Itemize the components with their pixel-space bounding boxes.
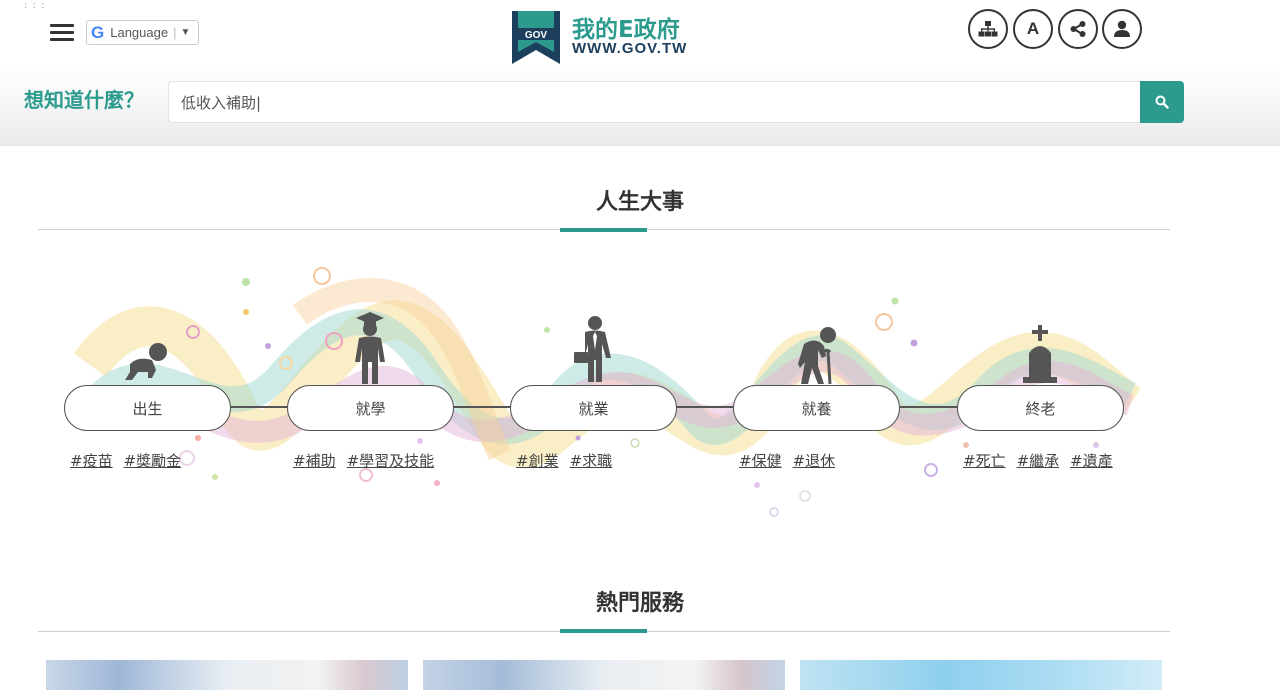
language-select[interactable]: G Language | ▼ <box>86 20 199 45</box>
service-card[interactable] <box>800 660 1162 690</box>
search-icon <box>1155 95 1169 109</box>
language-label: Language <box>110 25 169 40</box>
search-input[interactable] <box>168 81 1140 123</box>
retirement-tags: #保健 #退休 <box>739 450 846 471</box>
tombstone-icon <box>1023 325 1057 383</box>
logo-title: 我的E政府 <box>572 17 680 43</box>
svg-text:GOV: GOV <box>525 30 548 41</box>
elderly-icon <box>798 327 836 385</box>
user-icon <box>1114 20 1130 37</box>
tag-link[interactable]: #求職 <box>570 452 613 470</box>
sitemap-button[interactable] <box>968 9 1008 49</box>
search-button[interactable] <box>1140 81 1184 123</box>
tag-link[interactable]: #學習及技能 <box>347 452 435 470</box>
gov-logo-icon: GOV <box>512 11 560 64</box>
stage-school[interactable]: 就學 <box>287 385 454 431</box>
service-card[interactable] <box>423 660 785 690</box>
tag-link[interactable]: #獎勵金 <box>124 452 182 470</box>
sitemap-icon <box>978 21 998 37</box>
site-logo[interactable]: GOV 我的E政府 WWW.GOV.TW <box>510 8 700 66</box>
timeline-connector <box>230 406 288 408</box>
popular-services-title: 熱門服務 <box>595 591 684 616</box>
timeline-connector <box>453 406 511 408</box>
font-size-button[interactable]: A <box>1013 9 1053 49</box>
baby-icon <box>125 343 167 380</box>
tag-link[interactable]: #疫苗 <box>70 452 113 470</box>
tag-link[interactable]: #遺產 <box>1070 452 1113 470</box>
timeline-connector <box>676 406 734 408</box>
google-icon: G <box>91 22 105 42</box>
tag-link[interactable]: #退休 <box>793 452 836 470</box>
font-size-icon: A <box>1026 19 1040 38</box>
dropdown-arrow-icon: ▼ <box>180 27 191 38</box>
drag-dots: : : : <box>24 0 46 11</box>
birth-tags: #疫苗 #獎勵金 <box>70 450 192 471</box>
end-of-life-tags: #死亡 #繼承 #遺產 <box>963 450 1124 471</box>
language-divider: | <box>173 25 177 40</box>
user-button[interactable] <box>1102 9 1142 49</box>
tag-link[interactable]: #繼承 <box>1017 452 1060 470</box>
stage-end-of-life[interactable]: 終老 <box>957 385 1124 431</box>
tag-link[interactable]: #創業 <box>516 452 559 470</box>
service-card[interactable] <box>46 660 408 690</box>
tag-link[interactable]: #保健 <box>739 452 782 470</box>
tag-link[interactable]: #補助 <box>293 452 336 470</box>
graduate-icon <box>355 312 385 384</box>
timeline-connector <box>899 406 957 408</box>
stage-employment[interactable]: 就業 <box>510 385 677 431</box>
site-header: : : : G Language | ▼ GOV 我的E政府 WWW.GOV.T… <box>0 0 1280 146</box>
businessman-icon <box>574 316 611 382</box>
employment-tags: #創業 #求職 <box>516 450 623 471</box>
search-prompt: 想知道什麼？ <box>24 88 144 112</box>
logo-url: WWW.GOV.TW <box>572 40 688 57</box>
school-tags: #補助 #學習及技能 <box>293 450 445 471</box>
tag-link[interactable]: #死亡 <box>963 452 1006 470</box>
life-events-title: 人生大事 <box>595 190 684 215</box>
popular-services-accent <box>560 629 647 633</box>
life-events-accent <box>560 228 647 232</box>
share-button[interactable] <box>1058 9 1098 49</box>
stage-retirement[interactable]: 就養 <box>733 385 900 431</box>
stage-birth[interactable]: 出生 <box>64 385 231 431</box>
share-icon <box>1070 21 1086 37</box>
menu-icon[interactable] <box>50 24 74 42</box>
